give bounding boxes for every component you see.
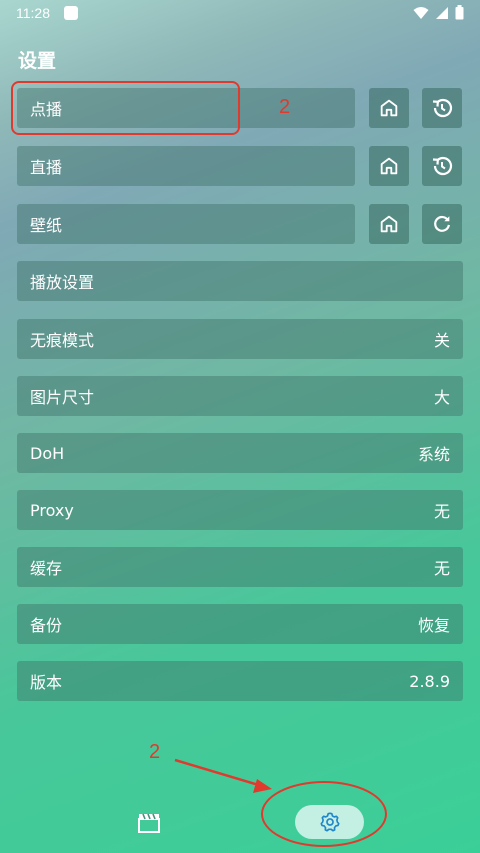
nav-settings-tab[interactable] bbox=[295, 805, 364, 839]
annotation-arrow bbox=[174, 758, 272, 793]
nav-movie-tab[interactable] bbox=[136, 810, 162, 836]
clapperboard-icon bbox=[138, 813, 160, 833]
gear-icon bbox=[319, 812, 340, 832]
